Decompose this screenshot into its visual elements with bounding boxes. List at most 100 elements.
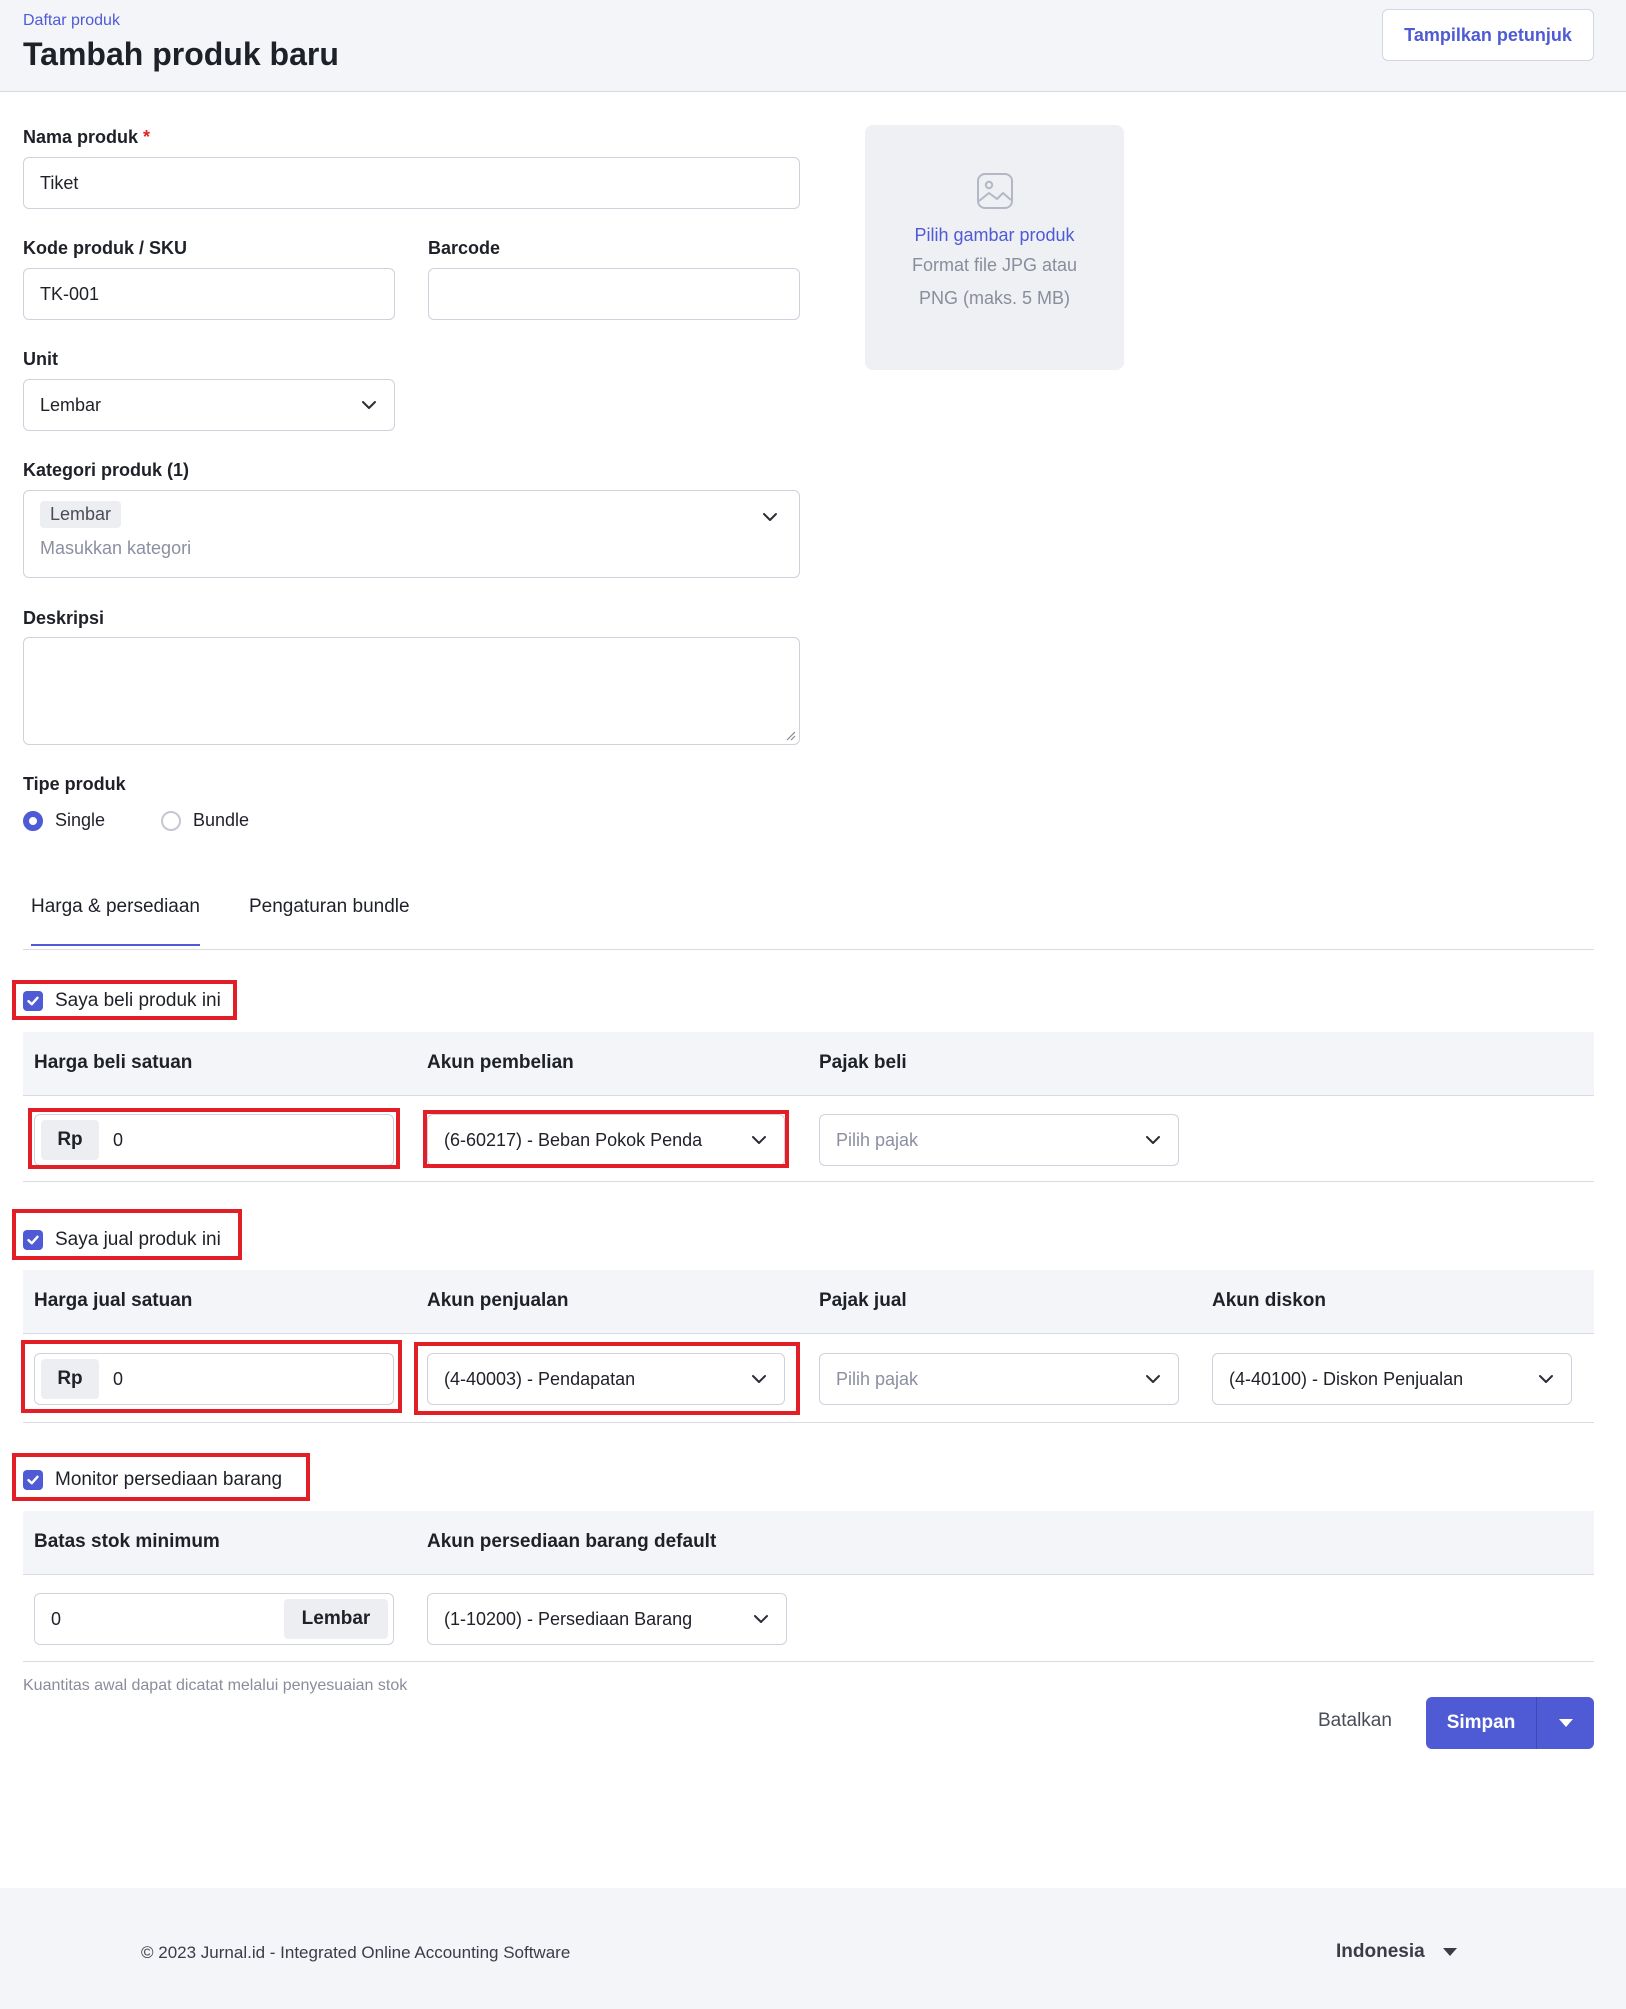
sell-price-input[interactable]: Rp 0 <box>34 1353 394 1405</box>
caret-down-icon <box>1442 1948 1457 1956</box>
cancel-button[interactable]: Batalkan <box>1318 1710 1392 1732</box>
sell-product-checkbox-row[interactable]: Saya jual produk ini <box>23 1229 221 1251</box>
page-title: Tambah produk baru <box>23 36 339 72</box>
inventory-account-value: (1-10200) - Persediaan Barang <box>444 1608 693 1629</box>
chevron-down-icon <box>752 1136 766 1144</box>
product-name-value: Tiket <box>40 172 79 193</box>
category-input-placeholder: Masukkan kategori <box>40 538 192 558</box>
description-textarea[interactable] <box>23 637 800 745</box>
sell-table-header: Harga jual satuan Akun penjualan Pajak j… <box>23 1270 1594 1334</box>
category-tag[interactable]: Lembar <box>40 501 122 528</box>
divider <box>23 1661 1594 1662</box>
buy-price-input[interactable]: Rp 0 <box>34 1114 394 1166</box>
buy-tax-select[interactable]: Pilih pajak <box>819 1114 1179 1166</box>
buy-account-value: (6-60217) - Beban Pokok Penda <box>444 1129 703 1150</box>
inventory-account-select[interactable]: (1-10200) - Persediaan Barang <box>427 1593 787 1645</box>
save-options-dropdown[interactable] <box>1536 1697 1594 1749</box>
col-min-stock: Batas stok minimum <box>34 1531 220 1552</box>
discount-account-value: (4-40100) - Diskon Penjualan <box>1229 1368 1464 1389</box>
unit-value: Lembar <box>40 394 102 415</box>
buy-account-select[interactable]: (6-60217) - Beban Pokok Penda <box>427 1114 785 1166</box>
check-icon <box>27 1235 39 1245</box>
col-buy-account: Akun pembelian <box>427 1052 574 1073</box>
chevron-down-icon <box>752 1375 766 1383</box>
chevron-down-icon <box>763 513 777 521</box>
col-inventory-account: Akun persediaan barang default <box>427 1531 717 1552</box>
checkbox-checked[interactable] <box>23 1470 43 1490</box>
radio-button-unchecked[interactable] <box>161 810 181 831</box>
min-stock-input[interactable]: 0 Lembar <box>34 1593 394 1645</box>
category-label: Kategori produk (1) <box>23 460 190 480</box>
discount-account-select[interactable]: (4-40100) - Diskon Penjualan <box>1212 1353 1572 1405</box>
monitor-inventory-label: Monitor persediaan barang <box>55 1469 283 1490</box>
save-button[interactable]: Simpan <box>1426 1697 1536 1749</box>
buy-product-label: Saya beli produk ini <box>55 990 221 1011</box>
chevron-down-icon <box>362 401 376 409</box>
breadcrumb-product-list[interactable]: Daftar produk <box>23 12 120 30</box>
min-stock-value: 0 <box>51 1608 62 1629</box>
chevron-down-icon <box>1146 1375 1160 1383</box>
checkbox-checked[interactable] <box>23 991 43 1011</box>
check-icon <box>27 1475 39 1485</box>
buy-price-value: 0 <box>113 1129 124 1150</box>
barcode-label: Barcode <box>428 238 501 258</box>
product-image-upload[interactable]: Pilih gambar produk Format file JPG atau… <box>865 125 1124 370</box>
show-guide-button[interactable]: Tampilkan petunjuk <box>1382 9 1594 61</box>
required-mark: * <box>143 127 151 147</box>
buy-product-checkbox-row[interactable]: Saya beli produk ini <box>23 990 221 1012</box>
currency-prefix: Rp <box>41 1359 99 1399</box>
unit-select[interactable]: Lembar <box>23 379 395 431</box>
col-buy-tax: Pajak beli <box>819 1052 907 1073</box>
monitor-inventory-checkbox-row[interactable]: Monitor persediaan barang <box>23 1469 282 1491</box>
radio-bundle-label: Bundle <box>193 810 250 830</box>
radio-single-label: Single <box>55 810 106 830</box>
description-label: Deskripsi <box>23 608 105 628</box>
language-label: Indonesia <box>1336 1941 1425 1962</box>
divider <box>23 1181 1594 1182</box>
barcode-input[interactable] <box>428 268 800 320</box>
language-selector[interactable]: Indonesia <box>1336 1941 1457 1963</box>
radio-single[interactable]: Single <box>23 810 105 831</box>
chevron-down-icon <box>1539 1375 1553 1383</box>
save-button-group: Simpan <box>1426 1697 1594 1749</box>
product-type-label: Tipe produk <box>23 774 126 794</box>
col-sell-price: Harga jual satuan <box>34 1290 193 1311</box>
inventory-table-header: Batas stok minimum Akun persediaan baran… <box>23 1511 1594 1575</box>
tab-price-inventory[interactable]: Harga & persediaan <box>31 896 200 946</box>
col-sell-tax: Pajak jual <box>819 1290 907 1311</box>
image-icon <box>976 173 1013 209</box>
sell-tax-select[interactable]: Pilih pajak <box>819 1353 1179 1405</box>
resize-handle-icon[interactable] <box>784 729 796 741</box>
sell-tax-placeholder: Pilih pajak <box>836 1368 919 1389</box>
tab-bundle-settings[interactable]: Pengaturan bundle <box>249 896 410 944</box>
caret-down-icon <box>1558 1719 1573 1727</box>
col-buy-price: Harga beli satuan <box>34 1052 193 1073</box>
pick-image-link[interactable]: Pilih gambar produk <box>914 225 1074 246</box>
unit-label: Unit <box>23 349 58 369</box>
sell-account-value: (4-40003) - Pendapatan <box>444 1368 636 1389</box>
unit-suffix: Lembar <box>284 1599 388 1639</box>
buy-table-header: Harga beli satuan Akun pembelian Pajak b… <box>23 1032 1594 1096</box>
radio-bundle[interactable]: Bundle <box>161 810 249 831</box>
divider <box>23 1422 1594 1423</box>
checkbox-checked[interactable] <box>23 1230 43 1250</box>
check-icon <box>27 996 39 1006</box>
chevron-down-icon <box>754 1615 768 1623</box>
category-multiselect[interactable]: Lembar Masukkan kategori <box>23 490 800 578</box>
tab-bar: Harga & persediaan Pengaturan bundle <box>23 880 1594 950</box>
product-name-input[interactable]: Tiket <box>23 157 800 209</box>
stock-adjustment-note: Kuantitas awal dapat dicatat melalui pen… <box>23 1677 408 1694</box>
radio-button-checked[interactable] <box>23 810 43 831</box>
currency-prefix: Rp <box>41 1120 99 1160</box>
sku-input[interactable]: TK-001 <box>23 268 395 320</box>
sku-value: TK-001 <box>40 283 100 304</box>
col-discount-account: Akun diskon <box>1212 1290 1327 1311</box>
footer-copyright: © 2023 Jurnal.id - Integrated Online Acc… <box>141 1943 571 1962</box>
col-sell-account: Akun penjualan <box>427 1290 569 1311</box>
sell-product-label: Saya jual produk ini <box>55 1229 221 1250</box>
image-format-hint: Format file JPG atau PNG (maks. 5 MB) <box>911 255 1078 308</box>
product-name-label: Nama produk * <box>23 127 150 148</box>
page-header: Daftar produk Tambah produk baru Tampilk… <box>0 0 1626 92</box>
sku-label: Kode produk / SKU <box>23 238 188 258</box>
sell-account-select[interactable]: (4-40003) - Pendapatan <box>427 1353 785 1405</box>
